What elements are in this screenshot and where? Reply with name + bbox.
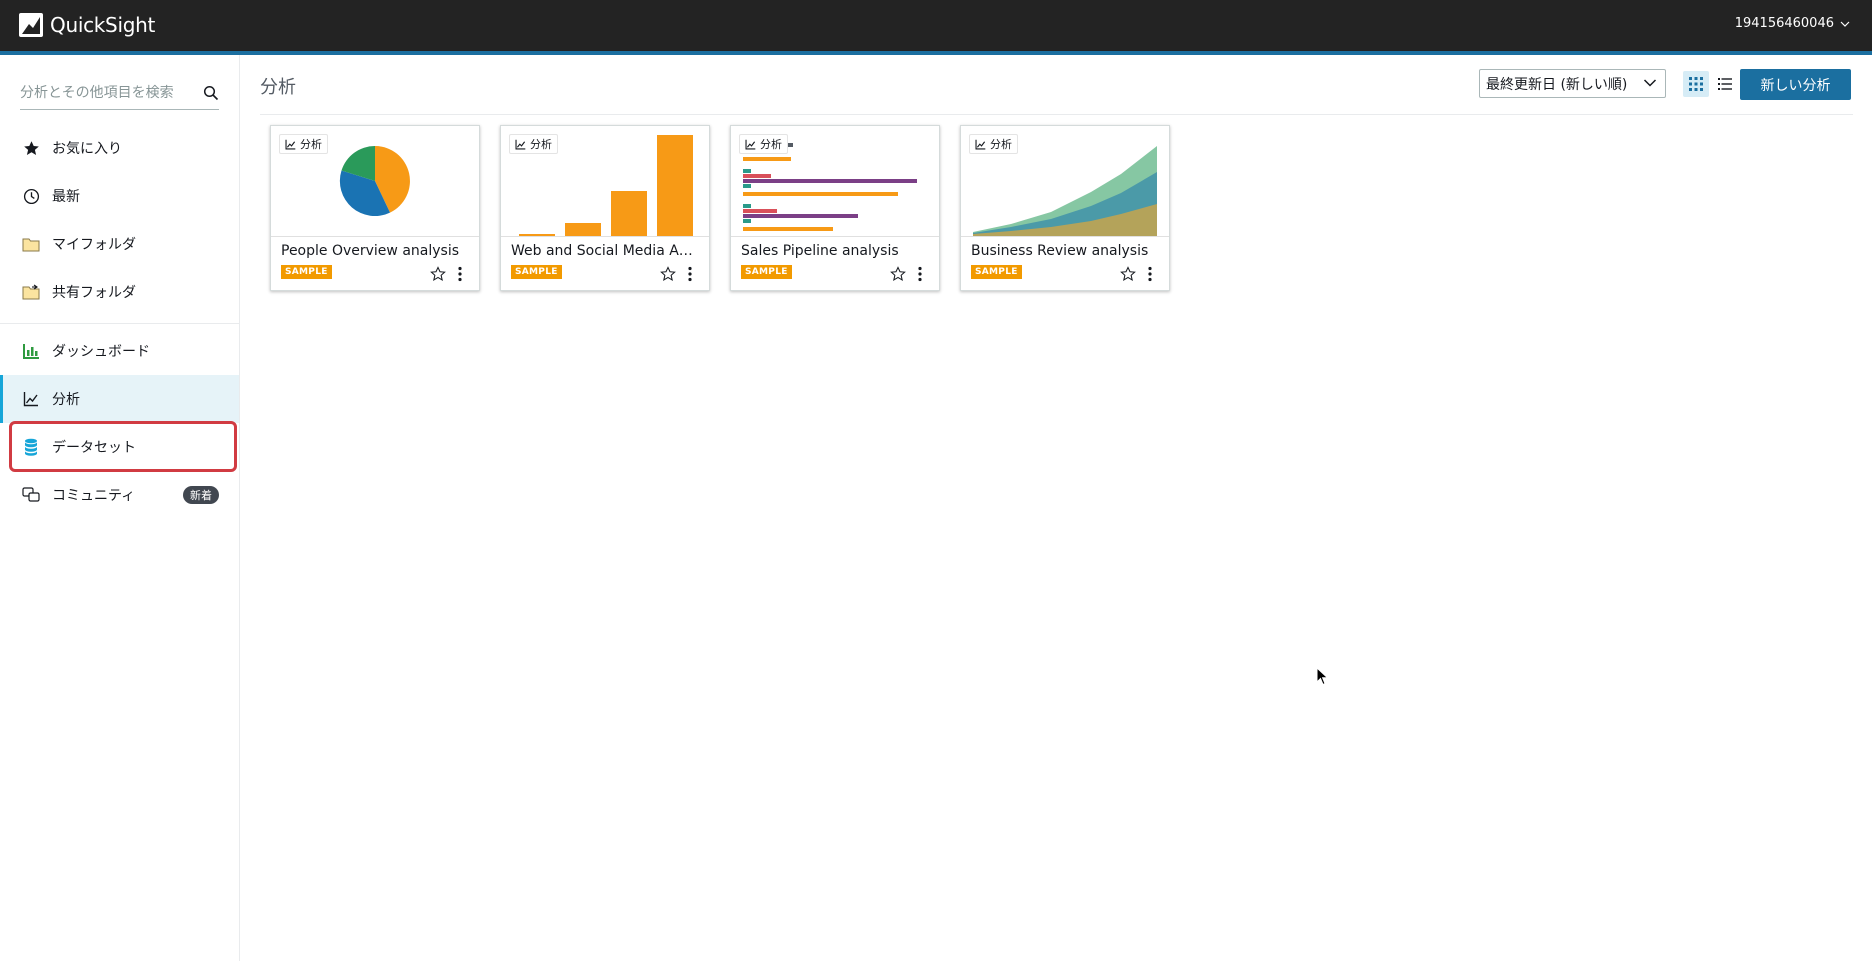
new-badge: 新着 xyxy=(183,486,219,504)
search-icon[interactable] xyxy=(203,85,219,101)
card-type-tag: 分析 xyxy=(969,134,1018,154)
sidebar-item-shared-folders[interactable]: 共有フォルダ xyxy=(0,268,239,316)
card-thumbnail-horizontal-bar: 分析 xyxy=(731,126,939,237)
quicksight-logo[interactable]: QuickSight xyxy=(19,13,155,37)
dashboard-icon xyxy=(22,342,40,360)
card-type-label: 分析 xyxy=(530,138,552,151)
card-title[interactable]: Business Review analysis xyxy=(971,243,1161,259)
sidebar-item-recent[interactable]: 最新 xyxy=(0,172,239,220)
analysis-card[interactable]: 分析 Sales Pipeline analysis SAMPLE xyxy=(730,125,940,291)
card-title[interactable]: Sales Pipeline analysis xyxy=(741,243,931,259)
card-type-tag: 分析 xyxy=(509,134,558,154)
page-title: 分析 xyxy=(260,77,296,98)
sample-badge: SAMPLE xyxy=(281,265,332,279)
card-thumbnail-pie: 分析 xyxy=(271,126,479,237)
sidebar-item-label: 共有フォルダ xyxy=(52,285,136,301)
grid-view-button[interactable] xyxy=(1683,71,1709,97)
shared-folder-icon xyxy=(22,283,40,301)
favorite-star-icon[interactable] xyxy=(430,266,446,282)
quicksight-logo-icon xyxy=(19,13,43,37)
card-type-tag: 分析 xyxy=(279,134,328,154)
clock-icon xyxy=(22,187,40,205)
folder-icon xyxy=(22,235,40,253)
sidebar-item-label: 分析 xyxy=(52,392,80,408)
new-analysis-button[interactable]: 新しい分析 xyxy=(1740,69,1851,100)
card-thumbnail-bar: 分析 xyxy=(501,126,709,237)
sidebar-item-label: マイフォルダ xyxy=(52,237,136,253)
header-divider xyxy=(260,114,1853,115)
chevron-down-icon xyxy=(1643,79,1657,87)
more-options-icon[interactable] xyxy=(457,266,463,282)
mouse-cursor-icon xyxy=(1316,667,1329,686)
sidebar: お気に入り 最新 マイフォルダ 共有フォルダ ダッシュボード 分析 データセット… xyxy=(0,55,240,961)
star-icon xyxy=(22,139,40,157)
analysis-icon xyxy=(285,139,296,150)
sidebar-item-label: 最新 xyxy=(52,189,80,205)
sample-badge: SAMPLE xyxy=(971,265,1022,279)
chevron-down-icon xyxy=(1840,21,1850,27)
more-options-icon[interactable] xyxy=(1147,266,1153,282)
sort-selected-value: 最終更新日 (新しい順) xyxy=(1486,76,1628,93)
sidebar-item-analyses[interactable]: 分析 xyxy=(0,375,239,423)
card-type-label: 分析 xyxy=(300,138,322,151)
search-input[interactable] xyxy=(20,81,190,105)
sidebar-item-favorites[interactable]: お気に入り xyxy=(0,124,239,172)
sample-badge: SAMPLE xyxy=(511,265,562,279)
grid-icon xyxy=(1689,77,1703,91)
analysis-icon xyxy=(515,139,526,150)
analysis-card[interactable]: 分析 Business Review analysis SAMPLE xyxy=(960,125,1170,291)
analysis-card[interactable]: 分析 People Overview analysis SAMPLE xyxy=(270,125,480,291)
card-thumbnail-area: 分析 xyxy=(961,126,1169,237)
more-options-icon[interactable] xyxy=(687,266,693,282)
topbar-accent-line xyxy=(0,51,1872,55)
sort-dropdown[interactable]: 最終更新日 (新しい順) xyxy=(1479,69,1666,98)
analysis-card[interactable]: 分析 Web and Social Media Anal... SAMPLE xyxy=(500,125,710,291)
favorite-star-icon[interactable] xyxy=(890,266,906,282)
favorite-star-icon[interactable] xyxy=(660,266,676,282)
analysis-icon xyxy=(745,139,756,150)
card-title[interactable]: People Overview analysis xyxy=(281,243,471,259)
top-navigation-bar: QuickSight 194156460046 xyxy=(0,0,1872,51)
sidebar-item-label: コミュニティ xyxy=(52,488,136,504)
sidebar-item-community[interactable]: コミュニティ 新着 xyxy=(0,471,239,519)
sidebar-search xyxy=(20,81,219,110)
list-view-button[interactable] xyxy=(1712,71,1738,97)
list-icon xyxy=(1718,78,1732,90)
account-id: 194156460046 xyxy=(1734,16,1834,31)
card-type-label: 分析 xyxy=(990,138,1012,151)
community-icon xyxy=(22,486,40,504)
more-options-icon[interactable] xyxy=(917,266,923,282)
card-title[interactable]: Web and Social Media Anal... xyxy=(511,243,701,259)
analysis-icon xyxy=(975,139,986,150)
sidebar-divider xyxy=(0,323,239,324)
favorite-star-icon[interactable] xyxy=(1120,266,1136,282)
analysis-icon xyxy=(22,390,40,408)
account-menu[interactable]: 194156460046 xyxy=(1735,16,1850,31)
sidebar-item-dashboards[interactable]: ダッシュボード xyxy=(0,327,239,375)
sample-badge: SAMPLE xyxy=(741,265,792,279)
card-type-label: 分析 xyxy=(760,138,782,151)
app-name: QuickSight xyxy=(50,13,156,37)
datasets-highlight-outline xyxy=(9,421,237,472)
sidebar-item-my-folders[interactable]: マイフォルダ xyxy=(0,220,239,268)
sidebar-item-label: ダッシュボード xyxy=(52,344,150,360)
sidebar-item-label: お気に入り xyxy=(52,141,122,157)
card-type-tag: 分析 xyxy=(739,134,788,154)
